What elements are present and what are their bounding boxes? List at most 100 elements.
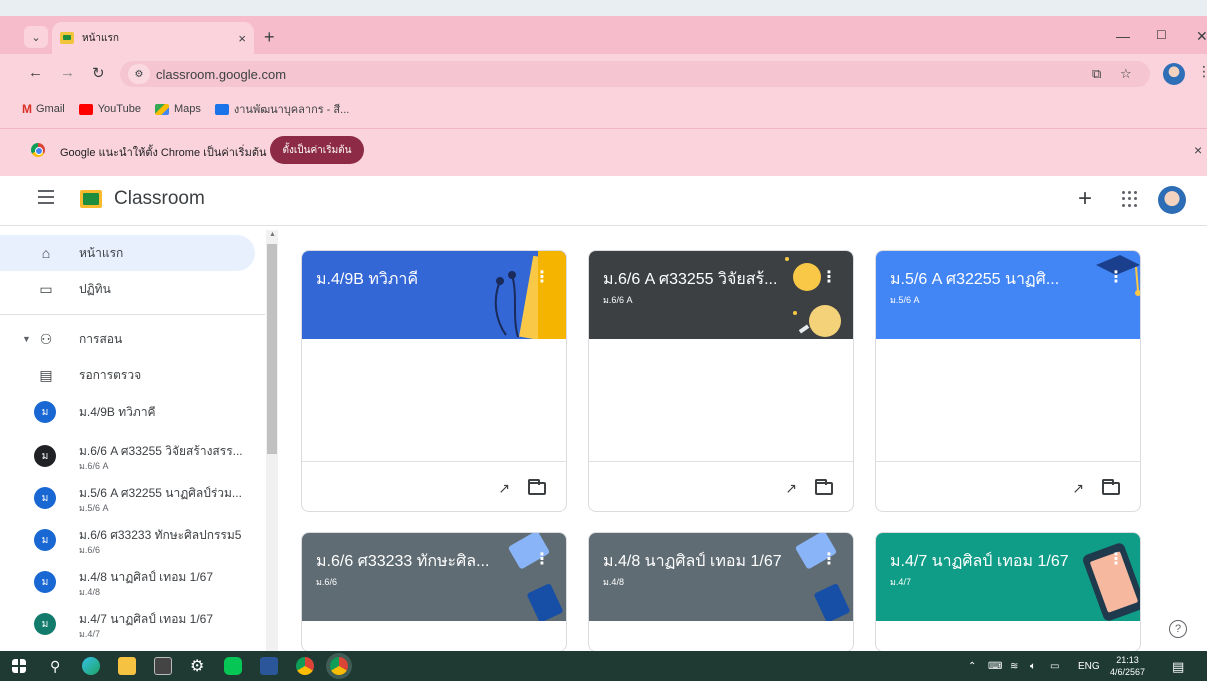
forward-icon[interactable]: → — [60, 64, 75, 81]
bookmark-staff-development[interactable]: งานพัฒนาบุคลากร - สี... — [214, 100, 349, 118]
card-section: ม.5/6 A — [890, 295, 920, 305]
sidebar-class-item[interactable]: ม ม.5/6 A ศ32255 นาฏศิลป์ร่วม... ม.5/6 A — [0, 478, 255, 518]
app-title[interactable]: Classroom — [114, 188, 205, 210]
infobar-close-button[interactable]: × — [1194, 142, 1202, 158]
main-menu-icon[interactable] — [38, 190, 56, 204]
scroll-up-icon[interactable]: ▲ — [269, 231, 276, 238]
cast-icon[interactable]: ⧉ — [1092, 66, 1101, 82]
word-icon[interactable] — [260, 657, 278, 675]
classroom-favicon-icon — [60, 32, 74, 44]
card-options-icon[interactable]: ⋮ — [534, 267, 550, 287]
class-avatar: ม — [34, 445, 56, 467]
new-tab-button[interactable]: + — [264, 27, 275, 48]
browser-menu-icon[interactable]: ⋮ — [1197, 63, 1207, 80]
maps-icon — [154, 103, 169, 115]
sidebar-class-item[interactable]: ม ม.6/6 ศ33233 ทักษะศิลปกรรม5 ม.6/6 — [0, 520, 255, 560]
tab-title: หน้าแรก — [82, 32, 119, 44]
tablet-illustration — [1083, 543, 1140, 621]
bookmark-youtube[interactable]: YouTube — [78, 103, 141, 115]
settings-gear-icon[interactable]: ⚙ — [190, 656, 204, 676]
card-title[interactable]: ม.5/6 A ศ32255 นาฏศิ... — [890, 267, 1059, 292]
windows-taskbar — [0, 651, 1207, 681]
notifications-icon[interactable]: ▤ — [1172, 659, 1184, 675]
sidebar-class-item[interactable]: ม ม.6/6 A ศ33255 วิจัยสร้างสรร... ม.6/6 … — [0, 436, 255, 476]
sidebar-item-teaching[interactable]: ▼ ⚇ การสอน — [0, 321, 255, 357]
google-apps-icon[interactable] — [1122, 191, 1138, 207]
reload-icon[interactable]: ↻ — [92, 64, 105, 82]
sidebar-class-item[interactable]: ม ม.4/9B ทวิภาคี — [0, 394, 255, 430]
tab-close-button[interactable]: × — [238, 31, 246, 46]
tab-search-button[interactable]: ⌄ — [24, 26, 48, 48]
input-language[interactable]: ENG — [1078, 661, 1100, 672]
back-icon[interactable]: ← — [28, 64, 43, 81]
address-bar[interactable]: ⚙ classroom.google.com — [120, 61, 1150, 87]
keyboard-icon[interactable]: ▭ — [1050, 661, 1059, 672]
file-explorer-icon[interactable] — [118, 657, 136, 675]
line-app-icon[interactable] — [224, 657, 242, 675]
tab-home[interactable]: หน้าแรก × — [52, 22, 254, 54]
set-default-button[interactable]: ตั้งเป็นค่าเริ่มต้น — [270, 136, 364, 164]
trending-icon[interactable]: ↗ — [498, 480, 510, 497]
minimize-icon[interactable]: — — [1116, 28, 1130, 44]
to-review-icon: ▤ — [39, 366, 53, 383]
maximize-icon[interactable]: ☐ — [1156, 28, 1167, 42]
calendar-icon: ▭ — [39, 280, 53, 297]
tray-chevron-icon[interactable]: ⌃ — [968, 661, 976, 672]
chrome-taskbar-icon[interactable] — [296, 657, 314, 675]
class-card[interactable]: ม.4/8 นาฏศิลป์ เทอม 1/67 ม.4/8 ⋮ — [588, 532, 854, 652]
card-section: ม.4/8 — [603, 577, 624, 587]
sidebar-item-calendar[interactable]: ▭ ปฏิทิน — [0, 271, 255, 307]
sidebar-item-to-review[interactable]: ▤ รอการตรวจ — [0, 357, 255, 393]
class-card[interactable]: ม.6/6 A ศ33255 วิจัยสร้... ม.6/6 A ⋮ ↗ — [588, 250, 854, 512]
wifi-icon[interactable]: ≋ — [1010, 661, 1018, 672]
class-card[interactable]: ม.4/7 นาฏศิลป์ เทอม 1/67 ม.4/7 ⋮ — [875, 532, 1141, 652]
account-avatar[interactable] — [1158, 186, 1186, 214]
card-footer: ↗ — [589, 461, 853, 511]
folder-icon[interactable] — [528, 479, 546, 495]
card-options-icon[interactable]: ⋮ — [821, 267, 837, 287]
help-icon[interactable]: ? — [1169, 620, 1187, 638]
card-title[interactable]: ม.4/8 นาฏศิลป์ เทอม 1/67 — [603, 549, 782, 574]
card-options-icon[interactable]: ⋮ — [1108, 267, 1124, 287]
language-bar-icon[interactable]: ⌨ — [988, 661, 1002, 672]
trending-icon[interactable]: ↗ — [785, 480, 797, 497]
youtube-icon — [78, 103, 93, 115]
class-card[interactable]: ม.5/6 A ศ32255 นาฏศิ... ม.5/6 A ⋮ ↗ — [875, 250, 1141, 512]
card-section: ม.6/6 A — [603, 295, 633, 305]
class-card[interactable]: ม.4/9B ทวิภาคี ⋮ ↗ — [301, 250, 567, 512]
card-options-icon[interactable]: ⋮ — [534, 549, 550, 569]
sidebar-class-item[interactable]: ม ม.4/8 นาฏศิลป์ เทอม 1/67 ม.4/8 — [0, 562, 255, 602]
taskbar-clock[interactable]: 21:13 4/6/2567 — [1110, 654, 1145, 678]
window-close-icon[interactable]: ✕ — [1196, 28, 1207, 45]
bookmark-maps[interactable]: Maps — [154, 103, 201, 115]
site-info-icon[interactable]: ⚙ — [128, 64, 150, 84]
expand-arrow-icon[interactable]: ▼ — [22, 334, 31, 344]
class-card[interactable]: ม.6/6 ศ33233 ทักษะศิล... ม.6/6 ⋮ — [301, 532, 567, 652]
graduation-cap-illustration — [1096, 255, 1140, 296]
sidebar-scroll-thumb[interactable] — [267, 244, 277, 454]
bookmark-gmail[interactable]: M Gmail — [22, 102, 65, 116]
chrome-active-icon[interactable] — [330, 657, 348, 675]
folder-icon[interactable] — [1102, 479, 1120, 495]
card-title[interactable]: ม.6/6 ศ33233 ทักษะศิล... — [316, 549, 489, 574]
sidebar-item-home[interactable]: ⌂ หน้าแรก — [0, 235, 255, 271]
card-options-icon[interactable]: ⋮ — [821, 549, 837, 569]
clock-time: 21:13 — [1116, 655, 1139, 665]
create-join-class-button[interactable]: + — [1078, 185, 1092, 213]
video-editor-icon[interactable] — [154, 657, 172, 675]
windows-start-icon[interactable] — [12, 659, 26, 673]
books-illustration — [494, 251, 566, 339]
bookmark-star-icon[interactable]: ☆ — [1120, 66, 1132, 82]
classroom-logo-icon[interactable] — [80, 190, 102, 208]
card-title[interactable]: ม.6/6 A ศ33255 วิจัยสร้... — [603, 267, 777, 292]
browser-profile-avatar[interactable] — [1163, 63, 1185, 85]
card-title[interactable]: ม.4/7 นาฏศิลป์ เทอม 1/67 — [890, 549, 1069, 574]
edge-icon[interactable] — [82, 657, 100, 675]
sidebar-class-item[interactable]: ม ม.4/7 นาฏศิลป์ เทอม 1/67 ม.4/7 — [0, 604, 255, 644]
trending-icon[interactable]: ↗ — [1072, 480, 1084, 497]
card-options-icon[interactable]: ⋮ — [1108, 549, 1124, 569]
volume-icon[interactable]: 🔈︎ — [1030, 661, 1036, 672]
card-title[interactable]: ม.4/9B ทวิภาคี — [316, 267, 418, 292]
folder-icon[interactable] — [815, 479, 833, 495]
search-icon[interactable]: ⚲ — [50, 658, 60, 675]
